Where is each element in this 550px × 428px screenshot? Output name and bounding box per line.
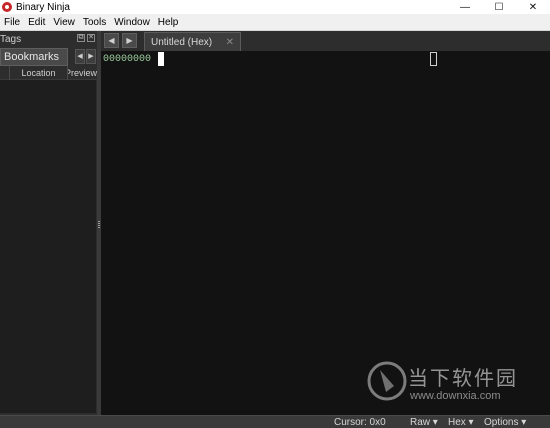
bookmarks-table-header: Location Preview [0,66,97,80]
tab-label: Untitled (Hex) [151,36,213,48]
chevron-left-icon[interactable]: ◀ [75,49,85,64]
watermark-title: 当下软件园 [408,368,518,390]
raw-dropdown[interactable]: Raw ▾ [410,417,438,428]
tab-bookmarks[interactable]: Bookmarks [0,48,68,66]
watermark-logo-icon [367,361,407,401]
back-button[interactable]: ◀ [104,33,119,48]
status-bar: Cursor: 0x0 Raw ▾ Hex ▾ Options ▾ [0,415,550,428]
maximize-button[interactable]: ☐ [482,0,516,14]
menu-window[interactable]: Window [110,17,154,28]
window-title: Binary Ninja [16,1,70,13]
options-dropdown[interactable]: Options ▾ [484,417,526,428]
close-panel-icon[interactable]: ✕ [87,34,95,42]
hex-offset: 00000000 [103,54,152,65]
hex-dropdown[interactable]: Hex ▾ [448,417,474,428]
bookmarks-tabbar: Bookmarks ◀ ▶ [0,47,97,66]
hex-cursor [158,52,164,66]
column-preview[interactable]: Preview [67,66,97,80]
binary-ninja-logo-icon [2,2,12,12]
tab-close-icon[interactable]: ✕ [226,37,234,48]
menu-tools[interactable]: Tools [79,17,110,28]
tags-panel-header: Tags ⧉ ✕ [0,31,97,47]
forward-button[interactable]: ▶ [122,33,137,48]
minimize-button[interactable]: — [448,0,482,14]
ascii-cursor [430,52,437,66]
watermark: 当下软件园 www.downxia.com [360,358,540,408]
splitter-grip-icon[interactable] [98,221,100,229]
menu-edit[interactable]: Edit [24,17,49,28]
window-titlebar: Binary Ninja — ☐ ✕ [0,0,550,14]
menu-bar: File Edit View Tools Window Help [0,14,550,31]
tab-untitled-hex[interactable]: Untitled (Hex) ✕ [144,32,241,51]
bookmarks-list [0,80,96,413]
window-controls: — ☐ ✕ [448,0,550,14]
left-dock: Tags ⧉ ✕ Bookmarks ◀ ▶ Location Preview [0,31,97,415]
menu-view[interactable]: View [49,17,79,28]
column-location[interactable]: Location [9,66,67,80]
column-spacer [0,66,9,80]
cursor-position: Cursor: 0x0 [334,417,386,428]
menu-file[interactable]: File [0,17,24,28]
undock-icon[interactable]: ⧉ [77,34,85,42]
chevron-right-icon[interactable]: ▶ [86,49,96,64]
watermark-url: www.downxia.com [410,390,501,402]
tags-title: Tags [0,33,22,45]
close-button[interactable]: ✕ [516,0,550,14]
menu-help[interactable]: Help [154,17,183,28]
